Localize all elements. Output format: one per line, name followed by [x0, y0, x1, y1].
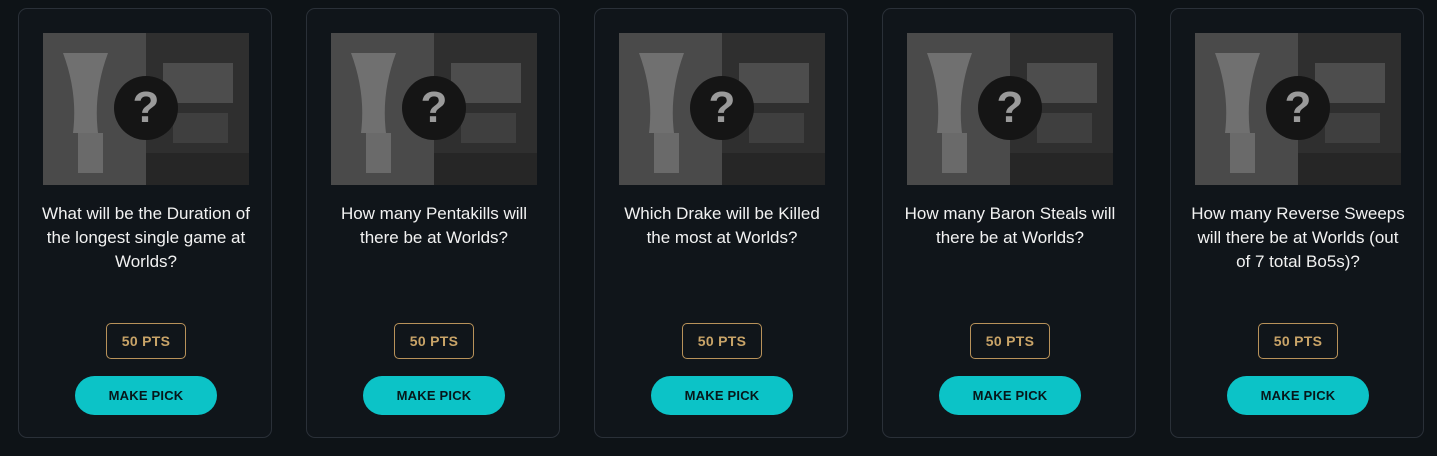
- prediction-card: ? How many Pentakills will there be at W…: [306, 8, 560, 438]
- question-text: Which Drake will be Killed the most at W…: [624, 204, 820, 247]
- question-text: What will be the Duration of the longest…: [42, 204, 250, 271]
- make-pick-button[interactable]: MAKE PICK: [363, 376, 505, 415]
- prediction-thumbnail: ?: [331, 33, 537, 185]
- prediction-thumbnail: ?: [43, 33, 249, 185]
- question-text: How many Pentakills will there be at Wor…: [340, 204, 528, 247]
- question-text: How many Reverse Sweeps will there be at…: [1191, 204, 1405, 271]
- make-pick-button[interactable]: MAKE PICK: [75, 376, 217, 415]
- prediction-thumbnail: ?: [1195, 33, 1401, 185]
- points-badge: 50 PTS: [970, 323, 1050, 359]
- points-badge: 50 PTS: [682, 323, 762, 359]
- prediction-cards: ? What will be the Duration of the longe…: [0, 0, 1437, 456]
- prediction-card: ? Which Drake will be Killed the most at…: [594, 8, 848, 438]
- make-pick-button[interactable]: MAKE PICK: [651, 376, 793, 415]
- question-mark-icon: ?: [402, 76, 466, 140]
- prediction-thumbnail: ?: [907, 33, 1113, 185]
- question-mark-icon: ?: [690, 76, 754, 140]
- prediction-thumbnail: ?: [619, 33, 825, 185]
- make-pick-button[interactable]: MAKE PICK: [1227, 376, 1369, 415]
- make-pick-button[interactable]: MAKE PICK: [939, 376, 1081, 415]
- points-badge: 50 PTS: [1258, 323, 1338, 359]
- points-badge: 50 PTS: [394, 323, 474, 359]
- prediction-card: ? What will be the Duration of the longe…: [18, 8, 272, 438]
- points-badge: 50 PTS: [106, 323, 186, 359]
- question-mark-icon: ?: [114, 76, 178, 140]
- question-mark-icon: ?: [1266, 76, 1330, 140]
- question-mark-icon: ?: [978, 76, 1042, 140]
- question-text: How many Baron Steals will there be at W…: [904, 204, 1116, 247]
- prediction-card: ? How many Reverse Sweeps will there be …: [1170, 8, 1424, 438]
- prediction-card: ? How many Baron Steals will there be at…: [882, 8, 1136, 438]
